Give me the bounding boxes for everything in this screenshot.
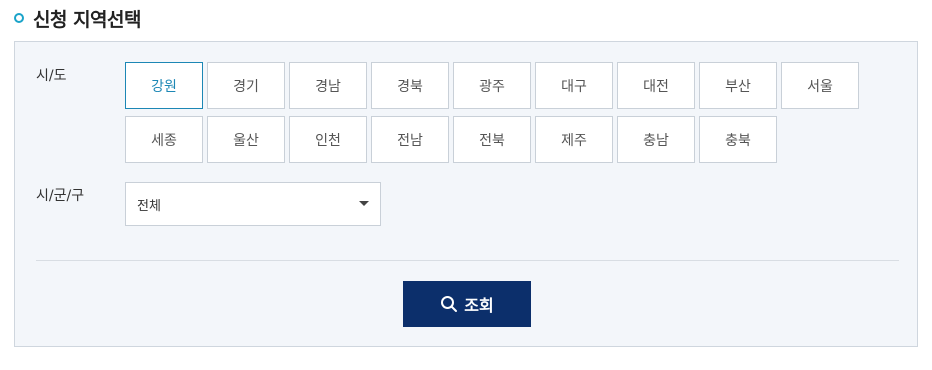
region-button[interactable]: 전남 — [371, 116, 449, 163]
search-button[interactable]: 조회 — [403, 281, 531, 327]
region-button[interactable]: 경남 — [289, 62, 367, 109]
section-header: 신청 지역선택 — [14, 6, 142, 31]
region-button[interactable]: 대구 — [535, 62, 613, 109]
region-button[interactable]: 울산 — [207, 116, 285, 163]
sigungu-select-value: 전체 — [137, 198, 161, 214]
region-button[interactable]: 충북 — [699, 116, 777, 163]
region-button[interactable]: 경기 — [207, 62, 285, 109]
circle-bullet-icon — [14, 13, 24, 23]
region-button[interactable]: 제주 — [535, 116, 613, 163]
region-button[interactable]: 서울 — [781, 62, 859, 109]
region-button[interactable]: 인천 — [289, 116, 367, 163]
search-button-label: 조회 — [464, 298, 494, 315]
sigungu-label: 시/군/구 — [36, 188, 85, 204]
region-button[interactable]: 광주 — [453, 62, 531, 109]
region-button[interactable]: 대전 — [617, 62, 695, 109]
region-button[interactable]: 경북 — [371, 62, 449, 109]
divider — [36, 260, 899, 261]
region-select-panel: 시/도 강원 경기 경남 경북 광주 대구 대전 부산 서울세종 울산 인천 전남 전북 제주 충남 충북 시… — [14, 41, 918, 347]
region-button[interactable]: 충남 — [617, 116, 695, 163]
region-button[interactable]: 강원 — [125, 62, 203, 109]
region-button[interactable]: 부산 — [699, 62, 777, 109]
sigungu-select[interactable]: 전체 — [125, 182, 381, 226]
search-icon — [440, 295, 458, 313]
region-button[interactable]: 전북 — [453, 116, 531, 163]
caret-down-icon — [359, 201, 369, 206]
sido-label: 시/도 — [36, 68, 67, 84]
section-title: 신청 지역선택 — [33, 8, 142, 31]
region-button[interactable]: 세종 — [125, 116, 203, 163]
